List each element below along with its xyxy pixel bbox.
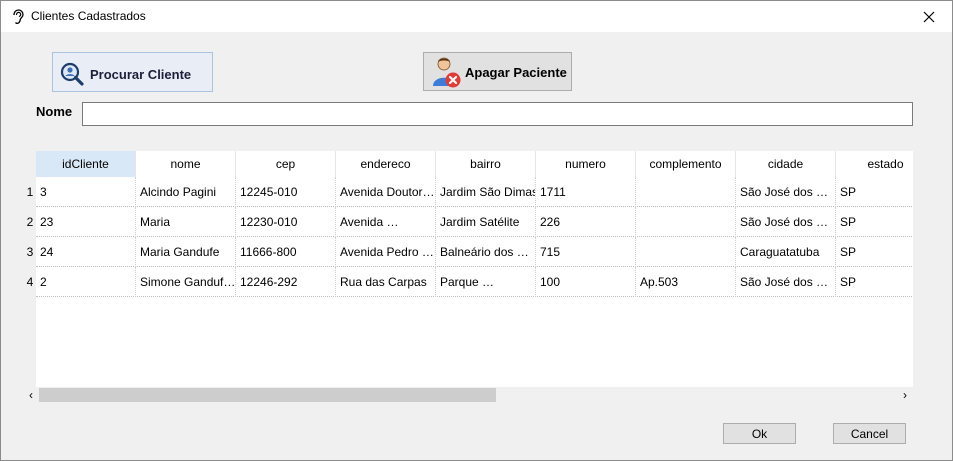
table-row[interactable]: 2 Simone Ganduf… 12246-292 Rua das Carpa… bbox=[36, 267, 913, 297]
column-header-bairro[interactable]: bairro bbox=[436, 151, 536, 177]
table-cell[interactable]: 24 bbox=[36, 237, 136, 267]
clientes-dialog: Clientes Cadastrados Procurar Cliente Ap… bbox=[0, 0, 953, 461]
table-cell[interactable]: São José dos … bbox=[736, 267, 836, 297]
close-icon bbox=[923, 11, 935, 22]
table-cell[interactable]: Avenida Doutor… bbox=[336, 177, 436, 207]
table-cell[interactable]: São José dos … bbox=[736, 177, 836, 207]
table-cell[interactable]: 226 bbox=[536, 207, 636, 237]
table-cell[interactable]: Caraguatatuba bbox=[736, 237, 836, 267]
search-client-button[interactable]: Procurar Cliente bbox=[52, 52, 213, 92]
table-cell[interactable]: 12230-010 bbox=[236, 207, 336, 237]
horizontal-scrollbar[interactable]: ‹ › bbox=[23, 387, 913, 403]
row-number[interactable]: 1 bbox=[23, 177, 37, 207]
table-cell[interactable] bbox=[636, 207, 736, 237]
table-cell[interactable]: SP bbox=[836, 267, 913, 297]
user-delete-icon bbox=[433, 57, 461, 88]
table-cell[interactable]: Jardim Satélite bbox=[436, 207, 536, 237]
row-number[interactable]: 4 bbox=[23, 267, 37, 297]
table-row[interactable]: 24 Maria Gandufe 11666-800 Avenida Pedro… bbox=[36, 237, 913, 267]
hearing-icon bbox=[13, 9, 24, 25]
table-cell[interactable]: 12245-010 bbox=[236, 177, 336, 207]
search-client-label: Procurar Cliente bbox=[90, 67, 192, 82]
delete-patient-label: Apagar Paciente bbox=[465, 65, 567, 80]
table-cell[interactable]: 12246-292 bbox=[236, 267, 336, 297]
delete-patient-button[interactable]: Apagar Paciente bbox=[423, 52, 572, 91]
table-cell[interactable]: 1711 bbox=[536, 177, 636, 207]
table-cell[interactable]: 100 bbox=[536, 267, 636, 297]
column-header-numero[interactable]: numero bbox=[536, 151, 636, 177]
table-cell[interactable]: SP bbox=[836, 207, 913, 237]
table-cell[interactable] bbox=[636, 177, 736, 207]
close-button[interactable] bbox=[906, 1, 952, 32]
table-cell[interactable]: Alcindo Pagini bbox=[136, 177, 236, 207]
column-header-idcliente[interactable]: idCliente bbox=[36, 151, 136, 177]
column-header-cep[interactable]: cep bbox=[236, 151, 336, 177]
table-row[interactable]: 3 Alcindo Pagini 12245-010 Avenida Douto… bbox=[36, 177, 913, 207]
table-cell[interactable]: Avenida … bbox=[336, 207, 436, 237]
name-input[interactable] bbox=[82, 102, 913, 126]
clients-table: 1 2 3 4 idCliente nome cep endereco bair… bbox=[23, 151, 913, 387]
table-cell[interactable]: 715 bbox=[536, 237, 636, 267]
table-cell[interactable]: 23 bbox=[36, 207, 136, 237]
table-cell[interactable]: Parque … bbox=[436, 267, 536, 297]
column-header-complemento[interactable]: complemento bbox=[636, 151, 736, 177]
table-cell[interactable] bbox=[636, 237, 736, 267]
scroll-left-button[interactable]: ‹ bbox=[23, 387, 39, 403]
table-cell[interactable]: SP bbox=[836, 177, 913, 207]
chevron-left-icon: ‹ bbox=[29, 388, 33, 402]
table-cell[interactable]: 2 bbox=[36, 267, 136, 297]
row-number[interactable]: 2 bbox=[23, 207, 37, 237]
column-header-nome[interactable]: nome bbox=[136, 151, 236, 177]
table-body: idCliente nome cep endereco bairro numer… bbox=[36, 151, 913, 387]
table-cell[interactable]: São José dos … bbox=[736, 207, 836, 237]
chevron-right-icon: › bbox=[903, 388, 907, 402]
table-row[interactable]: 23 Maria 12230-010 Avenida … Jardim Saté… bbox=[36, 207, 913, 237]
table-cell[interactable]: SP bbox=[836, 237, 913, 267]
window-title: Clientes Cadastrados bbox=[31, 9, 146, 23]
cancel-button[interactable]: Cancel bbox=[833, 423, 906, 444]
table-cell[interactable]: Avenida Pedro … bbox=[336, 237, 436, 267]
table-cell[interactable]: Ap.503 bbox=[636, 267, 736, 297]
table-cell[interactable]: Balneário dos … bbox=[436, 237, 536, 267]
column-header-estado[interactable]: estado bbox=[836, 151, 913, 177]
table-cell[interactable]: Maria bbox=[136, 207, 236, 237]
table-cell[interactable]: Rua das Carpas bbox=[336, 267, 436, 297]
column-header-cidade[interactable]: cidade bbox=[736, 151, 836, 177]
row-number[interactable]: 3 bbox=[23, 237, 37, 267]
scrollbar-thumb[interactable] bbox=[39, 388, 496, 402]
magnifier-user-icon bbox=[60, 62, 84, 86]
row-number-column: 1 2 3 4 bbox=[23, 151, 37, 387]
name-label: Nome bbox=[36, 104, 73, 119]
table-cell[interactable]: Simone Ganduf… bbox=[136, 267, 236, 297]
table-cell[interactable]: Maria Gandufe bbox=[136, 237, 236, 267]
table-cell[interactable]: Jardim São Dimas bbox=[436, 177, 536, 207]
scroll-right-button[interactable]: › bbox=[897, 387, 913, 403]
table-cell[interactable]: 3 bbox=[36, 177, 136, 207]
title-bar: Clientes Cadastrados bbox=[1, 1, 952, 32]
column-header-endereco[interactable]: endereco bbox=[336, 151, 436, 177]
table-cell[interactable]: 11666-800 bbox=[236, 237, 336, 267]
ok-button[interactable]: Ok bbox=[723, 423, 796, 444]
table-header: idCliente nome cep endereco bairro numer… bbox=[36, 151, 913, 177]
